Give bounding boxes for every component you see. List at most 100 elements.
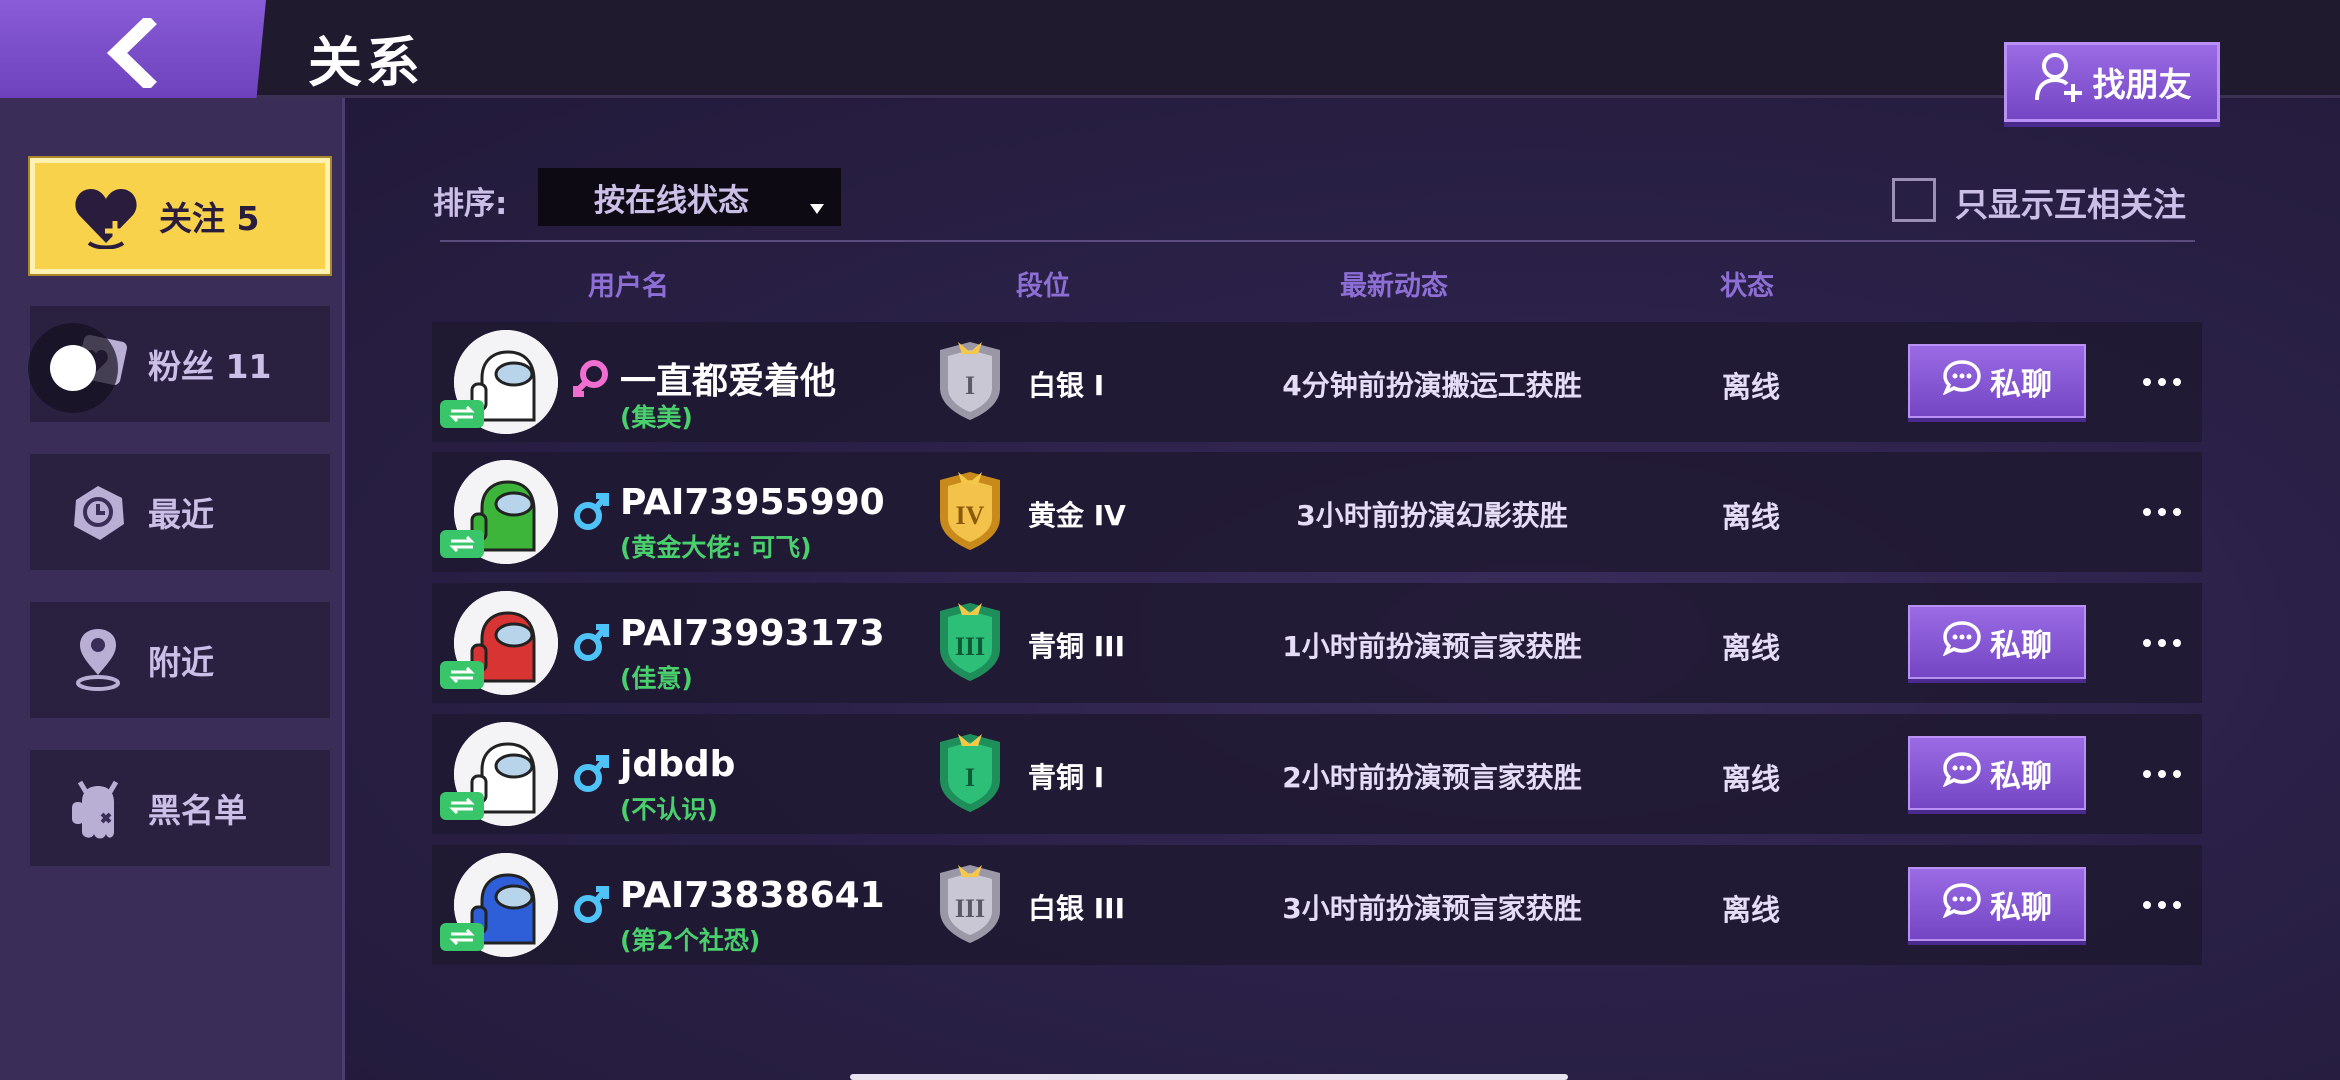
status-text: 离线 (1722, 370, 1781, 404)
latest-activity: 2小时前扮演预言家获胜 (1282, 761, 1582, 794)
mutual-follow-badge (440, 400, 484, 428)
find-friend-button[interactable]: 找朋友 (2004, 42, 2220, 122)
chat-bubble-icon (1942, 751, 1982, 795)
column-header-activity: 最新动态 (1340, 271, 1448, 302)
rank-name: 黄金 IV (1028, 499, 1126, 532)
male-icon (572, 619, 612, 667)
private-chat-button[interactable]: 私聊 (1908, 605, 2086, 679)
female-icon (572, 358, 612, 406)
rank-name: 青铜 III (1028, 630, 1126, 663)
mutual-follow-badge (440, 661, 484, 689)
chevron-left-icon (103, 14, 163, 92)
sidebar-item-following[interactable]: 关注 5 (30, 158, 330, 274)
rank-numeral: III (955, 632, 985, 661)
mutual-only-label: 只显示互相关注 (1955, 185, 2186, 224)
sidebar-item-nearby[interactable]: 附近 (30, 602, 330, 718)
more-dots-icon (2143, 639, 2151, 647)
rank-name: 白银 I (1028, 369, 1105, 402)
friend-row[interactable]: PAI73955990 (黄金大佬: 可飞) IV 黄金 IV 3小时前扮演幻影获胜 离线 (432, 452, 2202, 572)
remark: (不认识) (620, 795, 718, 824)
more-dots-icon (2143, 901, 2151, 909)
back-button[interactable] (0, 0, 266, 110)
remark: (佳意) (620, 664, 693, 693)
username: PAI73993173 (620, 613, 885, 654)
remark: (黄金大佬: 可飞) (620, 533, 812, 562)
home-indicator (850, 1074, 1568, 1080)
friend-row[interactable]: PAI73838641 (第2个社恐) III 白银 III 3小时前扮演预言家获胜 离线… (432, 845, 2202, 965)
latest-activity: 3小时前扮演幻影获胜 (1296, 499, 1568, 532)
sidebar-item-label: 粉丝 11 (148, 347, 272, 386)
header-divider (440, 240, 2195, 242)
rank-name: 青铜 I (1028, 761, 1105, 794)
more-options-button[interactable] (2132, 486, 2192, 538)
blacklist-crewmate-icon (66, 772, 130, 844)
sidebar-item-label: 最近 (148, 495, 214, 534)
username: jdbdb (620, 744, 736, 785)
more-options-button[interactable] (2132, 748, 2192, 800)
floating-assistive-dot[interactable] (28, 323, 118, 413)
status-text: 离线 (1722, 893, 1781, 927)
sidebar-item-label: 附近 (148, 643, 214, 682)
more-dots-icon (2143, 770, 2151, 778)
private-chat-button[interactable]: 私聊 (1908, 867, 2086, 941)
status-text: 离线 (1722, 500, 1781, 534)
private-chat-button[interactable]: 私聊 (1908, 736, 2086, 810)
rank-badge-icon: I (932, 730, 1008, 818)
more-options-button[interactable] (2132, 879, 2192, 931)
location-pin-icon (66, 625, 130, 695)
more-options-button[interactable] (2132, 356, 2192, 408)
find-friend-label: 找朋友 (2092, 65, 2192, 104)
sort-dropdown[interactable]: 按在线状态 (538, 168, 841, 226)
sort-label: 排序: (433, 186, 508, 222)
latest-activity: 3小时前扮演预言家获胜 (1282, 892, 1582, 925)
private-chat-label: 私聊 (1990, 758, 2052, 795)
sidebar-item-label: 黑名单 (148, 791, 247, 830)
mutual-only-checkbox[interactable] (1892, 178, 1936, 222)
more-dots-icon (2143, 378, 2151, 386)
chat-bubble-icon (1942, 620, 1982, 664)
rank-badge-icon: I (932, 338, 1008, 426)
mutual-follow-badge (440, 530, 484, 558)
rank-numeral: I (965, 371, 975, 400)
private-chat-label: 私聊 (1990, 366, 2052, 403)
latest-activity: 4分钟前扮演搬运工获胜 (1282, 369, 1582, 402)
remark: (集美) (620, 403, 693, 432)
male-icon (572, 750, 612, 798)
mutual-follow-badge (440, 792, 484, 820)
sidebar: 关注 5 粉丝 11 最近 附近 黑名单 (0, 98, 345, 1080)
rank-badge-icon: IV (932, 468, 1008, 556)
page-title: 关系 (308, 31, 424, 94)
username: 一直都爱着他 (620, 361, 837, 402)
username: PAI73838641 (620, 875, 885, 916)
sidebar-item-recent[interactable]: 最近 (30, 454, 330, 570)
username: PAI73955990 (620, 482, 885, 523)
mutual-follow-badge (440, 923, 484, 951)
chat-bubble-icon (1942, 359, 1982, 403)
male-icon (572, 488, 612, 536)
rank-numeral: III (955, 894, 985, 923)
column-header-status: 状态 (1720, 271, 1774, 302)
sidebar-item-label: 关注 5 (159, 199, 260, 238)
column-header-username: 用户名 (588, 271, 669, 302)
friend-row[interactable]: jdbdb (不认识) I 青铜 I 2小时前扮演预言家获胜 离线 私聊 (432, 714, 2202, 834)
friend-row[interactable]: PAI73993173 (佳意) III 青铜 III 1小时前扮演预言家获胜 离线 私聊 (432, 583, 2202, 703)
private-chat-button[interactable]: 私聊 (1908, 344, 2086, 418)
rank-numeral: I (965, 763, 975, 792)
add-user-icon (2033, 50, 2085, 114)
latest-activity: 1小时前扮演预言家获胜 (1282, 630, 1582, 663)
sidebar-item-blacklist[interactable]: 黑名单 (30, 750, 330, 866)
more-options-button[interactable] (2132, 617, 2192, 669)
rank-name: 白银 III (1028, 892, 1126, 925)
status-text: 离线 (1722, 631, 1781, 665)
caret-down-icon (809, 188, 825, 224)
column-header-rank: 段位 (1016, 271, 1070, 302)
rank-badge-icon: III (932, 861, 1008, 949)
friend-row[interactable]: 一直都爱着他 (集美) I 白银 I 4分钟前扮演搬运工获胜 离线 私聊 (432, 322, 2202, 442)
private-chat-label: 私聊 (1990, 889, 2052, 926)
sort-dropdown-value: 按在线状态 (594, 182, 749, 219)
rank-badge-icon: III (932, 599, 1008, 687)
private-chat-label: 私聊 (1990, 627, 2052, 664)
recent-clock-icon (66, 480, 130, 544)
heart-follow-icon (71, 183, 141, 249)
more-dots-icon (2143, 508, 2151, 516)
